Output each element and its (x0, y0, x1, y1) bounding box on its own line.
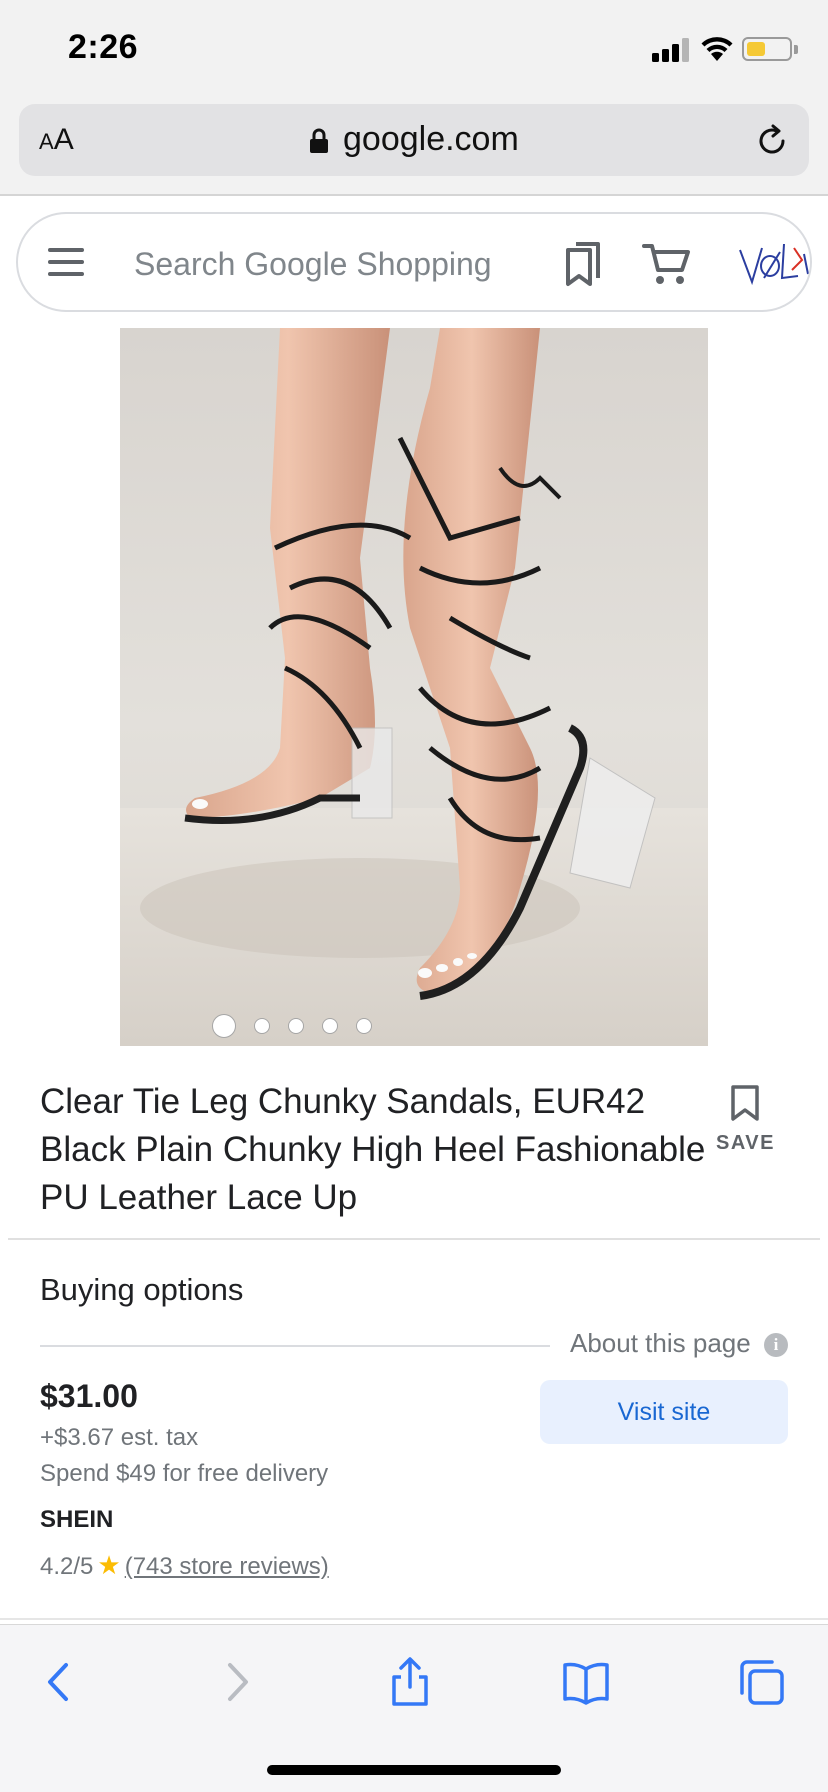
save-button[interactable]: SAVE (710, 1080, 784, 1160)
text-size-small-label: A (39, 129, 54, 154)
share-icon[interactable] (385, 1657, 435, 1707)
divider (8, 1238, 820, 1240)
product-title: Clear Tie Leg Chunky Sandals, EUR42 Blac… (40, 1078, 720, 1222)
cellular-signal-icon (652, 38, 690, 62)
forward-icon[interactable] (212, 1657, 262, 1707)
offer-delivery: Spend $49 for free delivery (40, 1460, 329, 1487)
account-avatar[interactable] (732, 234, 812, 294)
bookmarks-icon[interactable] (561, 1657, 611, 1707)
product-title-line-1: Clear Tie Leg Chunky Sandals, EUR42 (40, 1082, 646, 1121)
bookmark-icon (731, 1085, 759, 1121)
home-indicator[interactable] (267, 1765, 561, 1775)
carousel-dot-1[interactable] (212, 1014, 236, 1038)
save-label: SAVE (716, 1132, 775, 1154)
divider (0, 1618, 828, 1620)
battery-nub (794, 45, 798, 54)
store-rating: 4.2/5 ★ (743 store reviews) (40, 1550, 329, 1581)
cart-icon[interactable] (642, 240, 692, 288)
status-bar: 2:26 (0, 0, 828, 96)
offer-tax: +$3.67 est. tax (40, 1424, 199, 1451)
battery-icon (742, 37, 792, 61)
product-title-line-2: Black Plain Chunky High Heel Fashionable (40, 1130, 706, 1169)
lock-icon (310, 128, 328, 153)
about-this-page-link[interactable]: About this page (570, 1328, 751, 1359)
visit-site-button[interactable]: Visit site (540, 1380, 788, 1444)
store-name[interactable]: SHEIN (40, 1506, 113, 1534)
carousel-dot-4[interactable] (322, 1018, 338, 1034)
product-title-line-3: PU Leather Lace Up (40, 1178, 358, 1217)
store-reviews-link[interactable]: (743 store reviews) (125, 1553, 329, 1580)
carousel-dot-5[interactable] (356, 1018, 372, 1034)
search-input[interactable] (134, 242, 494, 286)
text-size-button[interactable]: AA (39, 123, 74, 157)
shopping-search-bar (16, 212, 812, 312)
info-icon[interactable]: i (764, 1333, 788, 1357)
buying-options-heading: Buying options (40, 1272, 244, 1307)
text-size-big-label: A (53, 123, 74, 156)
carousel-dot-2[interactable] (254, 1018, 270, 1034)
product-image[interactable] (120, 328, 708, 1046)
url-domain[interactable]: google.com (343, 120, 519, 159)
sandal-photo-illustration (120, 328, 708, 1046)
wifi-icon (701, 37, 733, 61)
star-icon: ★ (97, 1550, 121, 1580)
carousel-dots[interactable] (212, 1014, 390, 1038)
tabs-icon[interactable] (736, 1657, 786, 1707)
saved-items-icon[interactable] (562, 240, 606, 288)
reload-icon[interactable] (755, 124, 789, 158)
divider (40, 1345, 550, 1347)
rating-value: 4.2/5 (40, 1553, 94, 1580)
status-time: 2:26 (68, 28, 139, 66)
browser-address-area: AA google.com (0, 96, 828, 196)
hamburger-menu-icon[interactable] (48, 248, 84, 276)
carousel-dot-3[interactable] (288, 1018, 304, 1034)
offer-price: $31.00 (40, 1378, 138, 1414)
browser-toolbar (0, 1624, 828, 1792)
back-icon[interactable] (34, 1657, 84, 1707)
address-bar[interactable]: AA google.com (19, 104, 809, 176)
